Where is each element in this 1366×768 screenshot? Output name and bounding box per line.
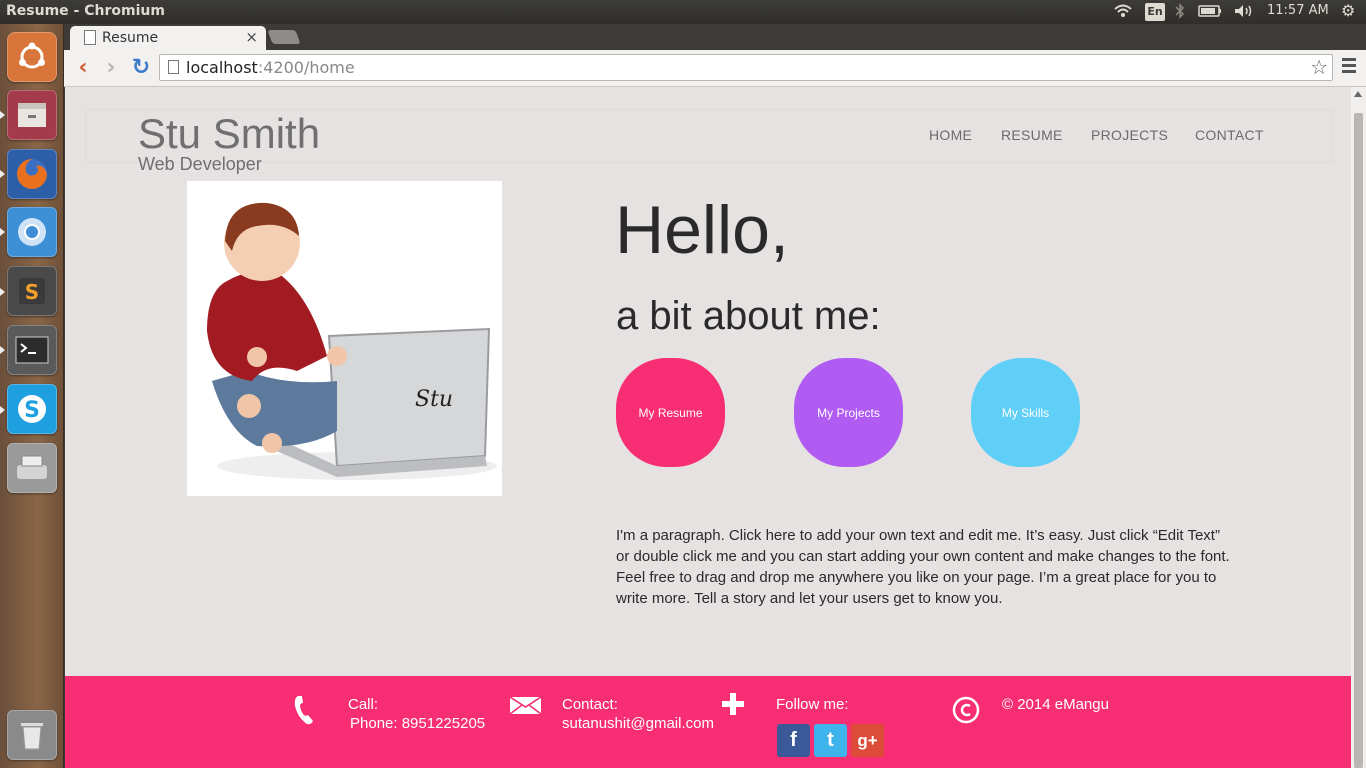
trash-icon[interactable]	[7, 710, 57, 760]
contact-label: Contact:	[562, 696, 618, 713]
window-title: Resume - Chromium	[6, 3, 165, 19]
plus-icon	[722, 693, 744, 719]
nav-resume[interactable]: RESUME	[1001, 127, 1063, 143]
site-footer: Call: Phone: 8951225205 Contact: sutanus…	[65, 676, 1351, 768]
settings-gear-icon[interactable]: ⚙	[1341, 1, 1355, 20]
page-icon	[168, 60, 179, 74]
terminal-icon[interactable]	[7, 325, 57, 375]
ubuntu-dash-icon[interactable]	[7, 32, 57, 82]
scroll-up-arrow-icon[interactable]	[1354, 91, 1362, 97]
phone-number[interactable]: Phone: 8951225205	[350, 715, 485, 732]
my-projects-button[interactable]: My Projects	[794, 358, 903, 467]
page-viewport: Stu Smith Web Developer HOME RESUME PROJ…	[65, 87, 1351, 768]
copyright-text: © 2014 eMangu	[1002, 696, 1109, 713]
hello-heading: Hello,	[615, 192, 789, 268]
my-resume-button[interactable]: My Resume	[616, 358, 725, 467]
forward-button[interactable]: ›	[98, 56, 124, 80]
tab-title: Resume	[102, 30, 159, 46]
files-icon[interactable]	[7, 90, 57, 140]
keyboard-language-indicator[interactable]: En	[1145, 3, 1165, 21]
bluetooth-icon[interactable]	[1175, 3, 1185, 23]
launcher-running-indicator	[0, 111, 5, 119]
close-tab-icon[interactable]: ×	[245, 28, 258, 46]
os-top-panel: Resume - Chromium En 11:57 AM ⚙	[0, 0, 1366, 24]
google-plus-icon[interactable]: g+	[851, 724, 884, 757]
reload-button[interactable]: ↻	[128, 56, 154, 80]
tab-resume[interactable]: Resume ×	[70, 26, 266, 50]
page-icon	[84, 30, 96, 45]
clock[interactable]: 11:57 AM	[1267, 3, 1329, 18]
launcher-running-indicator	[0, 406, 5, 414]
profile-photo: Stu	[187, 181, 502, 496]
new-tab-button[interactable]	[267, 30, 301, 44]
launcher-running-indicator	[0, 346, 5, 354]
email-address[interactable]: sutanushit@gmail.com	[562, 715, 714, 732]
follow-label: Follow me:	[776, 696, 849, 713]
svg-text:S: S	[24, 398, 40, 423]
brand-name[interactable]: Stu Smith	[138, 110, 320, 158]
url-text: localhost:4200/home	[186, 58, 355, 77]
copyright-icon	[951, 695, 981, 729]
about-paragraph: I'm a paragraph. Click here to add your …	[616, 527, 1230, 607]
nav-projects[interactable]: PROJECTS	[1091, 127, 1168, 143]
laptop-signature: Stu	[415, 387, 453, 412]
wifi-icon[interactable]	[1113, 3, 1133, 23]
chromium-icon[interactable]	[7, 207, 57, 257]
scanner-icon[interactable]	[7, 443, 57, 493]
browser-toolbar: ‹ › ↻ localhost:4200/home ☆	[64, 50, 1366, 87]
volume-icon[interactable]	[1233, 3, 1255, 23]
browser-menu-icon[interactable]	[1342, 58, 1356, 74]
firefox-icon[interactable]	[7, 149, 57, 199]
brand-role: Web Developer	[138, 154, 262, 174]
launcher-running-indicator	[0, 228, 5, 236]
launcher-running-indicator	[0, 288, 5, 296]
address-bar[interactable]: localhost:4200/home ☆	[159, 54, 1333, 81]
sublime-text-icon[interactable]: S	[7, 266, 57, 316]
svg-text:S: S	[25, 280, 39, 304]
battery-icon[interactable]	[1198, 3, 1224, 23]
browser-tab-strip: Resume ×	[64, 24, 1366, 50]
skype-icon[interactable]: S	[7, 384, 57, 434]
bookmark-star-icon[interactable]: ☆	[1310, 55, 1328, 79]
twitter-icon[interactable]: t	[814, 724, 847, 757]
mail-icon	[509, 696, 542, 718]
nav-contact[interactable]: CONTACT	[1195, 127, 1264, 143]
nav-home[interactable]: HOME	[929, 127, 972, 143]
about-heading: a bit about me:	[616, 294, 881, 338]
launcher-running-indicator	[0, 170, 5, 178]
call-label: Call:	[348, 696, 379, 713]
phone-icon	[293, 694, 315, 730]
facebook-icon[interactable]: f	[777, 724, 810, 757]
back-button[interactable]: ‹	[70, 56, 96, 80]
my-skills-button[interactable]: My Skills	[971, 358, 1080, 467]
page-scrollbar[interactable]	[1351, 87, 1366, 768]
unity-launcher: S S	[0, 24, 64, 768]
scroll-thumb[interactable]	[1354, 113, 1363, 768]
